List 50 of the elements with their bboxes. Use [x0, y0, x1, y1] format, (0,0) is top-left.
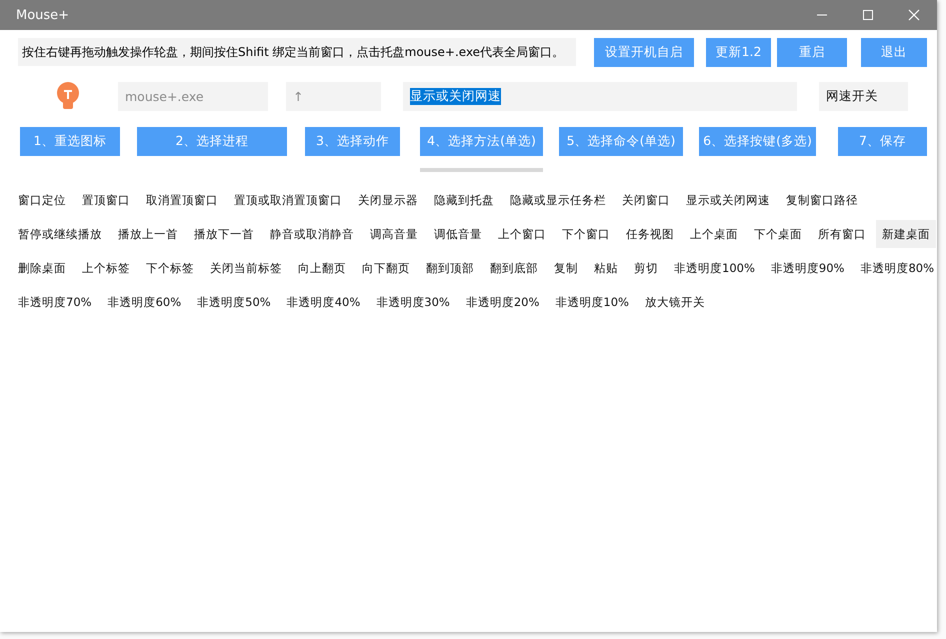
action-option[interactable]: 翻到底部 [484, 254, 544, 282]
action-option[interactable]: 显示或关闭网速 [680, 186, 776, 214]
action-option[interactable]: 非透明度20% [460, 288, 546, 316]
action-option[interactable]: 新建桌面 [876, 220, 936, 248]
action-option[interactable]: 隐藏到托盘 [428, 186, 500, 214]
action-option[interactable]: 翻到顶部 [420, 254, 480, 282]
action-option[interactable]: 非透明度10% [549, 288, 635, 316]
action-option[interactable]: 非透明度30% [370, 288, 456, 316]
action-option[interactable]: 任务视图 [620, 220, 680, 248]
action-option[interactable]: 下个标签 [140, 254, 200, 282]
action-option[interactable]: 关闭显示器 [352, 186, 424, 214]
input-field[interactable]: 显示或关闭网速 [403, 82, 797, 111]
action-option[interactable]: 隐藏或显示任务栏 [504, 186, 612, 214]
action-option[interactable]: 放大镜开关 [638, 288, 711, 316]
action-option[interactable]: 播放下一首 [188, 220, 260, 248]
action-option[interactable]: 下个窗口 [556, 220, 616, 248]
action-option[interactable]: 非透明度100% [668, 254, 761, 282]
action-option[interactable]: 置顶或取消置顶窗口 [228, 186, 348, 214]
lightbulb-icon[interactable] [55, 82, 81, 112]
action-option[interactable]: 调高音量 [364, 220, 424, 248]
action-option[interactable]: 暂停或继续播放 [12, 220, 108, 248]
action-option[interactable]: 关闭当前标签 [204, 254, 288, 282]
action-option[interactable]: 下个桌面 [748, 220, 808, 248]
instruction-text: 按住右键再拖动触发操作轮盘，期间按住Shifit 绑定当前窗口，点击托盘mouse+.exe代表全局窗口。 [18, 38, 576, 66]
action-option[interactable]: 置顶窗口 [76, 186, 136, 214]
action-option[interactable]: 静音或取消静音 [264, 220, 360, 248]
action-option[interactable]: 非透明度60% [102, 288, 188, 316]
action-option[interactable]: 非透明度70% [12, 288, 98, 316]
action-option[interactable]: 复制 [548, 254, 584, 282]
action-option[interactable]: 播放上一首 [112, 220, 184, 248]
action-option[interactable]: 向下翻页 [356, 254, 416, 282]
action-option[interactable]: 上个窗口 [492, 220, 552, 248]
action-option[interactable]: 上个桌面 [684, 220, 744, 248]
action-option[interactable]: 调低音量 [428, 220, 488, 248]
action-option[interactable]: 非透明度90% [764, 254, 850, 282]
action-option[interactable]: 窗口定位 [12, 186, 72, 214]
action-option[interactable]: 非透明度50% [191, 288, 277, 316]
action-option[interactable]: 所有窗口 [812, 220, 872, 248]
action-option[interactable]: 取消置顶窗口 [140, 186, 224, 214]
action-option[interactable]: 非透明度80% [854, 254, 940, 282]
action-option[interactable]: 关闭窗口 [616, 186, 676, 214]
action-option[interactable]: 向上翻页 [292, 254, 352, 282]
action-option[interactable]: 复制窗口路径 [780, 186, 864, 214]
action-option[interactable]: 上个标签 [76, 254, 136, 282]
window-title: Mouse+ [16, 8, 70, 22]
input-field[interactable]: 网速开关 [819, 82, 908, 111]
action-option[interactable]: 粘贴 [588, 254, 624, 282]
action-option[interactable]: 剪切 [628, 254, 664, 282]
action-option[interactable]: 非透明度40% [280, 288, 366, 316]
action-option[interactable]: 删除桌面 [12, 254, 72, 282]
